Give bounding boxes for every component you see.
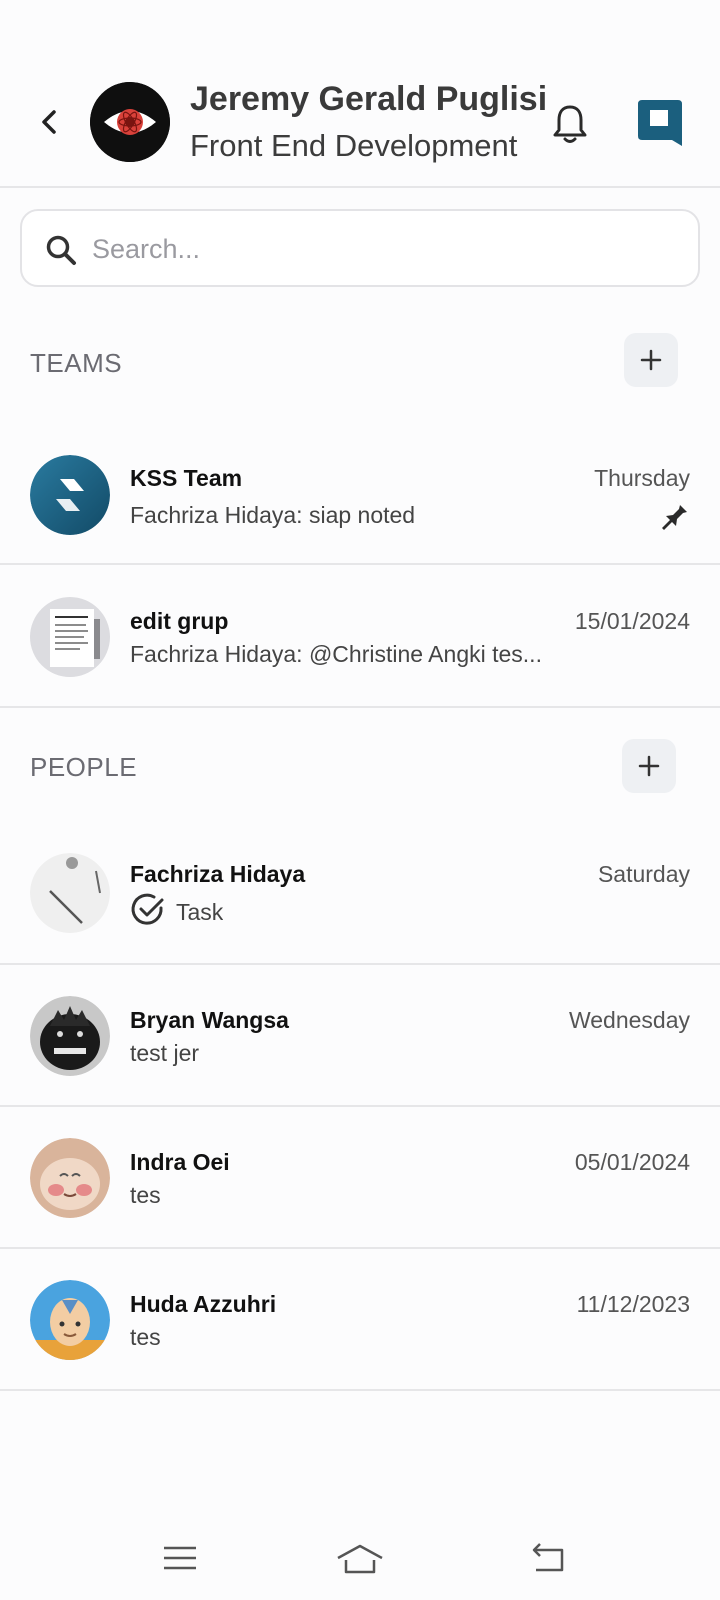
team-name: edit grup xyxy=(130,608,229,634)
last-message: Task xyxy=(176,899,224,925)
person-name: Huda Azzuhri xyxy=(130,1291,277,1317)
profile-avatar[interactable] xyxy=(90,82,170,162)
search-bar[interactable] xyxy=(20,209,700,287)
search-icon xyxy=(46,235,76,265)
plus-icon xyxy=(640,349,662,371)
add-person-button[interactable] xyxy=(622,739,676,793)
eye-avatar-image xyxy=(90,82,170,162)
add-team-button[interactable] xyxy=(624,333,678,387)
person-row[interactable]: Fachriza Hidaya Task Saturday xyxy=(0,820,720,965)
avatar-image xyxy=(30,1280,110,1360)
notifications-button[interactable] xyxy=(550,102,590,146)
return-icon xyxy=(532,1543,564,1572)
person-avatar xyxy=(30,853,110,933)
back-button[interactable] xyxy=(34,104,64,140)
kss-team-logo xyxy=(30,455,110,535)
person-avatar xyxy=(30,996,110,1076)
teams-section-title: TEAMS xyxy=(30,348,123,378)
message-date: 15/01/2024 xyxy=(574,608,690,634)
person-name: Bryan Wangsa xyxy=(130,1007,289,1033)
message-date: Saturday xyxy=(597,861,690,887)
app-header: Jeremy Gerald Puglisi Front End Developm… xyxy=(0,0,720,188)
last-message: Fachriza Hidaya: siap noted xyxy=(130,502,416,528)
avatar-image xyxy=(30,853,110,933)
message-date: Thursday xyxy=(594,465,690,491)
people-section-title: PEOPLE xyxy=(30,752,138,782)
menu-icon xyxy=(164,1546,196,1570)
message-date: 05/01/2024 xyxy=(574,1149,690,1175)
person-name: Fachriza Hidaya xyxy=(130,861,306,887)
profile-department: Front End Development xyxy=(190,128,518,163)
person-row[interactable]: Indra Oei tes 05/01/2024 xyxy=(0,1107,720,1249)
team-avatar xyxy=(30,455,110,535)
system-back-button[interactable] xyxy=(528,1540,572,1576)
avatar-image xyxy=(30,1138,110,1218)
person-row[interactable]: Bryan Wangsa test jer Wednesday xyxy=(0,965,720,1107)
person-avatar xyxy=(30,1280,110,1360)
team-row[interactable]: edit grup Fachriza Hidaya: @Christine An… xyxy=(0,565,720,708)
message-date: Wednesday xyxy=(568,1007,690,1033)
chat-list-screen: Jeremy Gerald Puglisi Front End Developm… xyxy=(0,0,720,1600)
bell-icon xyxy=(553,105,587,143)
person-row[interactable]: Huda Azzuhri tes 11/12/2023 xyxy=(0,1249,720,1391)
person-avatar xyxy=(30,1138,110,1218)
profile-name: Jeremy Gerald Puglisi xyxy=(190,80,548,118)
back-arrow-icon xyxy=(42,110,56,134)
home-icon xyxy=(337,1544,383,1574)
team-row[interactable]: KSS Team Fachriza Hidaya: siap noted Thu… xyxy=(0,425,720,565)
avatar-image xyxy=(30,996,110,1076)
recent-apps-button[interactable] xyxy=(158,1540,202,1576)
app-logo-icon xyxy=(638,100,682,146)
check-circle-icon xyxy=(131,893,164,925)
plus-icon xyxy=(638,755,660,777)
search-input[interactable] xyxy=(92,223,682,275)
last-message: test jer xyxy=(130,1040,200,1066)
team-avatar xyxy=(30,597,110,677)
last-message: tes xyxy=(130,1182,161,1208)
home-button[interactable] xyxy=(334,1540,386,1576)
edit-grup-thumbnail xyxy=(30,597,110,677)
person-name: Indra Oei xyxy=(130,1149,230,1175)
pin-icon xyxy=(662,500,687,530)
team-name: KSS Team xyxy=(130,465,243,491)
last-message: Fachriza Hidaya: @Christine Angki tes... xyxy=(130,641,542,667)
message-date: 11/12/2023 xyxy=(576,1291,690,1317)
last-message: tes xyxy=(130,1324,161,1350)
app-logo[interactable] xyxy=(636,96,684,150)
